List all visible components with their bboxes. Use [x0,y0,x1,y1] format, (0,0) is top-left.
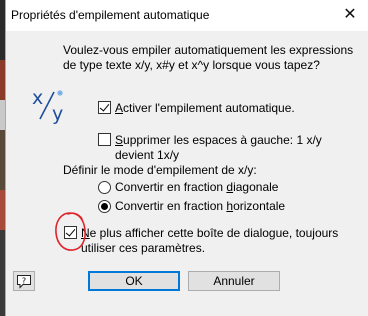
fraction-icon-numerator: x [32,87,43,109]
svg-text:?: ? [22,276,26,285]
remove-leading-spaces-checkbox-row[interactable]: Supprimer les espaces à gauche: 1 x/y de… [98,133,358,163]
horizontal-fraction-label: Convertir en fraction horizontale [115,199,286,213]
help-icon: ? [17,274,31,289]
dont-show-again-checkbox[interactable] [64,226,77,239]
enable-auto-stacking-checkbox-row[interactable]: Activer l'empilement automatique. [98,101,295,116]
stacked-fraction-icon: x y [32,87,63,124]
enable-auto-stacking-label: Activer l'empilement automatique. [115,101,295,115]
window-title: Propriétés d'empilement automatique [11,8,210,22]
remove-leading-spaces-checkbox[interactable] [98,133,111,146]
close-icon[interactable]: ✕ [340,5,360,25]
stacking-prompt: Voulez-vous empiler automatiquement les … [63,43,354,72]
diagonal-fraction-radio[interactable] [98,181,111,194]
fraction-icon-denominator: y [52,103,63,124]
ok-button[interactable]: OK [88,271,180,291]
horizontal-fraction-radio[interactable] [98,200,111,213]
enable-auto-stacking-checkbox[interactable] [98,101,111,114]
diagonal-fraction-label: Convertir en fraction diagonale [115,180,279,194]
remove-leading-spaces-label: Supprimer les espaces à gauche: 1 x/y de… [115,133,322,162]
diagonal-fraction-radio-row[interactable]: Convertir en fraction diagonale [98,180,278,195]
stack-mode-heading: Définir le mode d'empilement de x/y: [63,163,257,177]
title-bar: Propriétés d'empilement automatique ✕ [6,0,368,31]
auto-stack-properties-dialog: Propriétés d'empilement automatique ✕ Vo… [5,0,368,316]
cancel-button[interactable]: Annuler [188,271,280,291]
dont-show-again-label: Ne plus afficher cette boîte de dialogue… [81,226,339,255]
horizontal-fraction-radio-row[interactable]: Convertir en fraction horizontale [98,199,285,214]
dont-show-again-checkbox-row[interactable]: Ne plus afficher cette boîte de dialogue… [64,226,354,256]
help-button[interactable]: ? [13,271,35,291]
